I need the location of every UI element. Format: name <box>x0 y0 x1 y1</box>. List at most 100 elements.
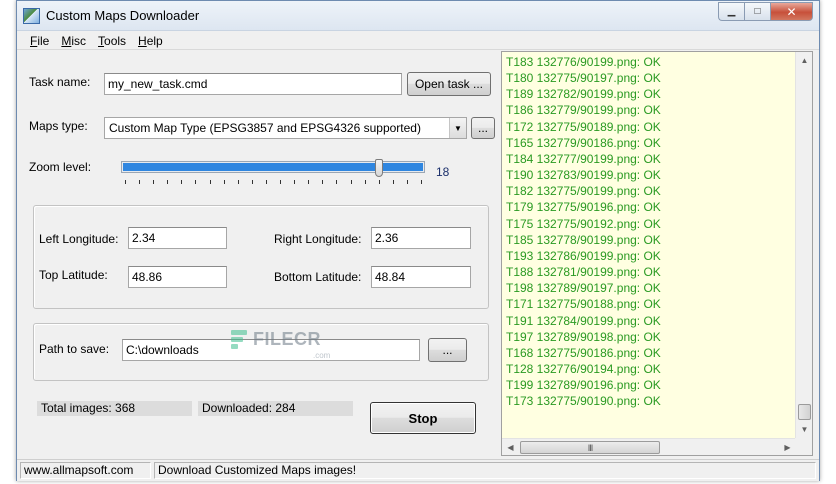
log-vertical-scrollbar[interactable]: ▲ ▼ <box>795 52 812 438</box>
window-title: Custom Maps Downloader <box>46 8 200 23</box>
log-line: T182 132775/90199.png: OK <box>506 184 661 199</box>
close-button[interactable]: ✕ <box>770 2 813 21</box>
log-line: T168 132775/90186.png: OK <box>506 345 661 360</box>
menu-file[interactable]: File <box>30 34 49 48</box>
downloaded-field: Downloaded: 284 <box>198 401 353 416</box>
right-longitude-input[interactable]: 2.36 <box>371 227 471 249</box>
log-line: T179 132775/90196.png: OK <box>506 200 661 215</box>
log-line: T185 132778/90199.png: OK <box>506 232 661 247</box>
slider-tick <box>209 180 211 184</box>
log-line: T128 132776/90194.png: OK <box>506 361 661 376</box>
minimize-icon: ▁ <box>727 6 736 17</box>
log-line: T175 132775/90192.png: OK <box>506 216 661 231</box>
log-line: T173 132775/90190.png: OK <box>506 394 661 409</box>
log-line: T183 132776/90199.png: OK <box>506 55 661 69</box>
slider-tick <box>139 180 141 184</box>
slider-tick <box>392 180 394 184</box>
menu-misc[interactable]: Misc <box>61 34 86 48</box>
maps-type-browse-button[interactable]: ... <box>471 117 495 139</box>
log-vertical-thumb[interactable] <box>798 404 811 420</box>
slider-tick <box>364 180 366 184</box>
slider-tick <box>378 180 380 184</box>
log-line: T165 132779/90186.png: OK <box>506 135 661 150</box>
slider-tick <box>167 180 169 184</box>
scroll-left-arrow-icon[interactable]: ◀ <box>502 439 519 455</box>
log-line: T193 132786/90199.png: OK <box>506 248 661 263</box>
scroll-down-arrow-icon[interactable]: ▼ <box>796 421 812 438</box>
log-line: T184 132777/90199.png: OK <box>506 151 661 166</box>
path-browse-button[interactable]: ... <box>428 338 467 362</box>
status-message: Download Customized Maps images! <box>154 462 816 479</box>
log-line: T171 132775/90188.png: OK <box>506 297 661 312</box>
slider-tick <box>265 180 267 184</box>
menu-help[interactable]: Help <box>138 34 163 48</box>
slider-tick <box>308 180 310 184</box>
minimize-button[interactable]: ▁ <box>718 2 744 21</box>
menu-tools-label: ools <box>104 33 127 48</box>
slider-tick <box>195 180 197 184</box>
log-lines: T183 132776/90199.png: OK T180 132775/901… <box>506 54 661 409</box>
maximize-button[interactable]: □ <box>744 2 770 21</box>
maximize-icon: □ <box>754 6 761 17</box>
zoom-level-label: Zoom level: <box>29 160 92 174</box>
slider-tick <box>223 180 225 184</box>
zoom-slider-ticks <box>121 180 425 186</box>
log-line: T197 132789/90198.png: OK <box>506 329 661 344</box>
bottom-latitude-input[interactable]: 48.84 <box>371 266 471 288</box>
scroll-up-arrow-icon[interactable]: ▲ <box>796 52 812 69</box>
caption-buttons: ▁ □ ✕ <box>718 2 813 21</box>
zoom-level-value: 18 <box>436 165 450 179</box>
menu-tools[interactable]: Tools <box>98 34 126 48</box>
slider-tick <box>336 180 338 184</box>
watermark-text: FILECR <box>253 329 321 349</box>
slider-tick <box>322 180 324 184</box>
log-line: T198 132789/90197.png: OK <box>506 281 661 296</box>
task-name-label: Task name: <box>29 75 91 89</box>
slider-tick <box>181 180 183 184</box>
maps-type-selected: Custom Map Type (EPSG3857 and EPSG4326 s… <box>109 121 421 135</box>
menu-file-label: ile <box>37 33 50 48</box>
status-bar: www.allmapsoft.com Download Customized M… <box>17 459 819 481</box>
watermark-sub: .com <box>313 351 331 360</box>
maps-type-label: Maps type: <box>29 119 88 133</box>
log-line: T172 132775/90189.png: OK <box>506 119 661 134</box>
open-task-button[interactable]: Open task ... <box>407 72 491 96</box>
slider-tick <box>251 180 253 184</box>
scroll-right-arrow-icon[interactable]: ▶ <box>779 439 796 455</box>
log-line: T199 132789/90196.png: OK <box>506 378 661 393</box>
slider-tick <box>125 180 126 184</box>
menu-help-label: elp <box>146 33 163 48</box>
log-line: T186 132779/90199.png: OK <box>506 103 661 118</box>
menu-misc-label: isc <box>71 33 87 48</box>
menu-misc-accel: M <box>61 33 72 48</box>
slider-tick <box>406 180 408 184</box>
left-longitude-input[interactable]: 2.34 <box>128 227 227 249</box>
log-horizontal-thumb[interactable]: III <box>520 441 660 454</box>
zoom-slider-thumb[interactable] <box>374 159 383 177</box>
right-longitude-label: Right Longitude: <box>274 232 362 246</box>
path-to-save-label: Path to save: <box>39 342 110 356</box>
task-name-input[interactable]: my_new_task.cmd <box>104 73 402 95</box>
menu-bar: File Misc Tools Help <box>17 32 819 50</box>
coordinates-group <box>33 205 489 309</box>
top-latitude-label: Top Latitude: <box>39 268 108 282</box>
log-line: T190 132783/90199.png: OK <box>506 168 661 183</box>
dropdown-arrow-icon[interactable]: ▼ <box>449 118 466 138</box>
download-log[interactable]: T183 132776/90199.png: OK T180 132775/901… <box>501 51 813 456</box>
status-website: www.allmapsoft.com <box>20 462 151 479</box>
left-longitude-label: Left Longitude: <box>39 232 119 246</box>
maps-type-select[interactable]: Custom Map Type (EPSG3857 and EPSG4326 s… <box>104 117 467 139</box>
title-bar[interactable]: Custom Maps Downloader ▁ □ ✕ <box>17 1 819 31</box>
slider-tick <box>350 180 352 184</box>
log-line: T180 132775/90197.png: OK <box>506 71 661 86</box>
stop-button[interactable]: Stop <box>370 402 476 434</box>
log-horizontal-scrollbar[interactable]: ◀ III ▶ <box>502 438 796 455</box>
top-latitude-input[interactable]: 48.86 <box>128 266 227 288</box>
total-images-field: Total images: 368 <box>37 401 192 416</box>
slider-tick <box>237 180 239 184</box>
slider-tick <box>421 180 422 184</box>
scroll-corner <box>795 438 812 455</box>
bottom-latitude-label: Bottom Latitude: <box>274 270 362 284</box>
slider-tick <box>280 180 282 184</box>
slider-tick <box>294 180 296 184</box>
